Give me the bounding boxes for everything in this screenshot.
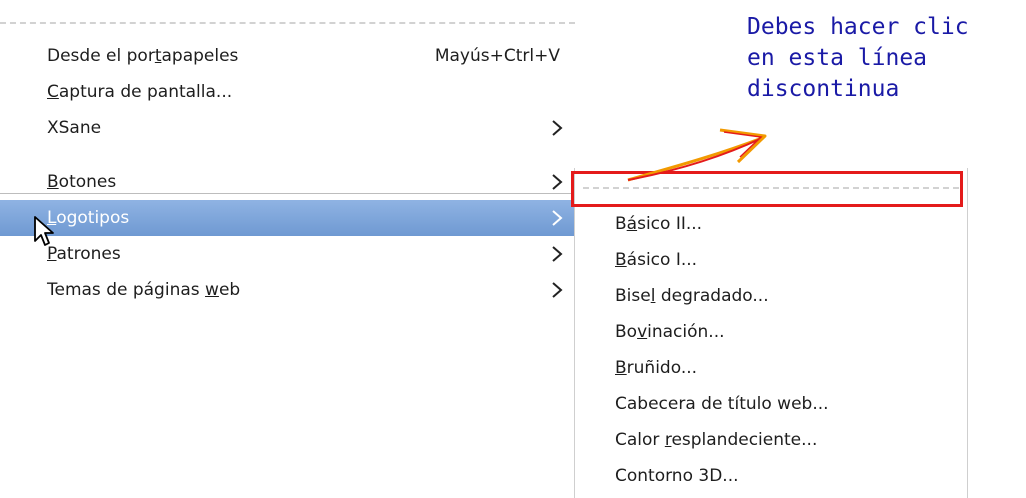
annotation-arrow-icon [620, 118, 780, 188]
menu-item-screenshot[interactable]: Captura de pantalla... [0, 74, 575, 110]
submenu-item-basic-ii[interactable]: Básico II... [615, 214, 702, 234]
menu-item-buttons[interactable]: Botones [0, 164, 575, 200]
annotation-text: Debes hacer clic en esta línea discontin… [747, 14, 969, 102]
submenu-item-gradient-bevel[interactable]: Bisel degradado... [615, 286, 769, 306]
menu-item-label: Desde el portapapeles [47, 46, 239, 66]
chevron-right-icon [547, 118, 567, 138]
logos-submenu: Básico II... Básico I... Bisel degradado… [574, 168, 968, 498]
chevron-right-icon [547, 244, 567, 264]
chevron-right-icon [547, 280, 567, 300]
menu-item-label: Captura de pantalla... [47, 82, 233, 102]
menu-item-patterns[interactable]: Patrones [0, 236, 575, 272]
menu-item-logos[interactable]: Logotipos [0, 200, 575, 236]
chevron-right-icon [547, 172, 567, 192]
submenu-item-basic-i[interactable]: Básico I... [615, 250, 697, 270]
submenu-item-glowing-hot[interactable]: Calor resplandeciente... [615, 430, 817, 450]
tear-off-line[interactable] [0, 22, 575, 24]
submenu-item-burnished[interactable]: Bruñido... [615, 358, 697, 378]
menu-item-label: Logotipos [47, 208, 130, 228]
menu-item-label: XSane [47, 118, 102, 138]
menu-item-xsane[interactable]: XSane [0, 110, 575, 146]
submenu-item-web-title-header[interactable]: Cabecera de título web... [615, 394, 829, 414]
menu-item-paste-from-clipboard[interactable]: Desde el portapapeles Mayús+Ctrl+V [0, 38, 575, 74]
menu-item-label: Patrones [47, 244, 121, 264]
context-menu: Desde el portapapeles Mayús+Ctrl+V Captu… [0, 38, 575, 308]
mouse-cursor-icon [33, 215, 55, 249]
submenu-item-coil[interactable]: Bovinación... [615, 322, 725, 342]
chevron-right-icon [547, 208, 567, 228]
menu-item-label: Temas de páginas web [47, 280, 241, 300]
menu-item-web-page-themes[interactable]: Temas de páginas web [0, 272, 575, 308]
submenu-item-3d-outline[interactable]: Contorno 3D... [615, 466, 739, 486]
shortcut-label: Mayús+Ctrl+V [434, 46, 560, 66]
menu-item-label: Botones [47, 172, 117, 192]
